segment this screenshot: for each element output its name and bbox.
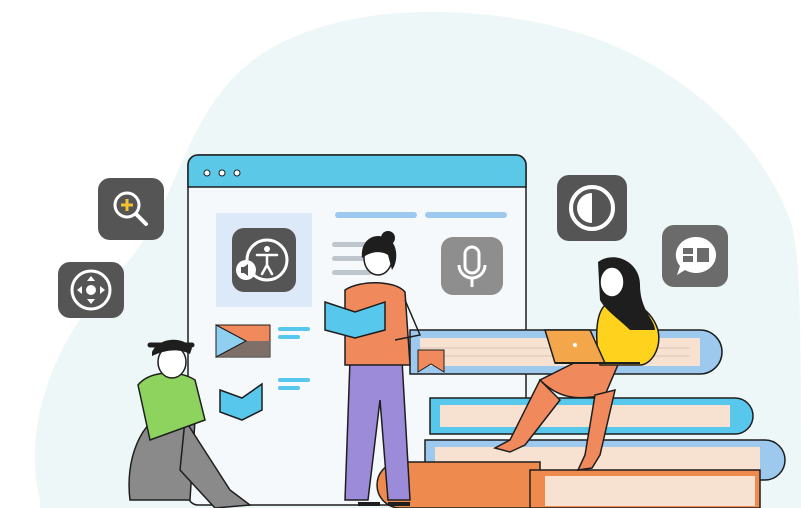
tile-speech — [662, 225, 728, 287]
tile-microphone — [441, 237, 503, 295]
tile-navigation — [58, 262, 124, 318]
tile-contrast — [557, 175, 627, 241]
text-line — [278, 378, 310, 382]
text-line — [278, 386, 300, 390]
navigation-dpad-icon — [70, 269, 112, 311]
illustration-canvas — [34, 11, 801, 508]
text-line — [278, 327, 310, 331]
text-line — [335, 212, 417, 218]
text-line — [332, 270, 372, 275]
text-line — [425, 212, 507, 218]
window-dot — [233, 169, 241, 177]
window-dot — [218, 169, 226, 177]
flag-graphic — [215, 324, 271, 358]
illustration-scene — [0, 0, 801, 508]
text-line — [278, 335, 300, 339]
tile-accessibility — [232, 228, 296, 292]
tile-zoom — [98, 178, 164, 240]
window-dot — [203, 169, 211, 177]
